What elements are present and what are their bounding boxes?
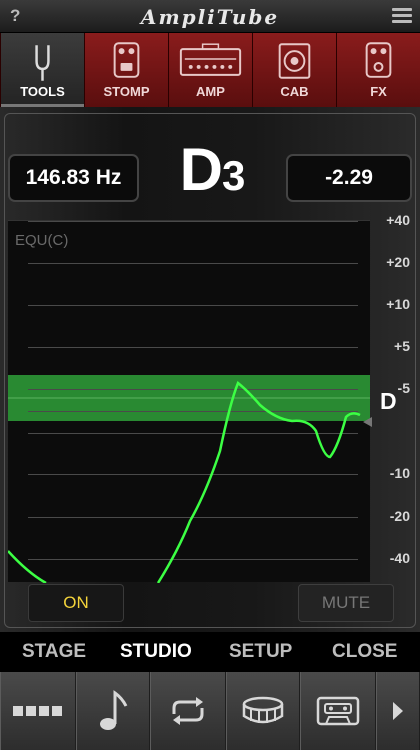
fx-pedal-icon [337, 41, 420, 81]
scale-label: +40 [386, 212, 410, 228]
scale-label: +10 [386, 296, 410, 312]
top-bar: ? AmpliTube [0, 0, 420, 33]
next-button[interactable] [376, 672, 420, 750]
music-note-icon [100, 690, 128, 730]
amp-head-icon [169, 41, 252, 81]
app-logo: AmpliTube [140, 5, 280, 29]
target-note-label: D [380, 388, 397, 414]
stompbox-icon [85, 41, 168, 81]
tab-stomp[interactable]: STOMP [84, 33, 168, 107]
note-name: D [179, 136, 223, 203]
cabinet-icon [253, 41, 336, 81]
tab-label: STOMP [103, 84, 150, 99]
temperament-label: EQU(C) [15, 232, 69, 249]
drum-icon [242, 696, 284, 724]
note-display: D3 [150, 135, 274, 204]
scale-label: +5 [394, 338, 410, 354]
cents-display: -2.29 [286, 154, 412, 202]
track-blocks-icon [13, 706, 62, 716]
nav-stage[interactable]: STAGE [22, 641, 86, 663]
tab-label: TOOLS [20, 84, 65, 99]
loop-button[interactable] [150, 672, 226, 750]
tab-label: FX [370, 84, 387, 99]
scale-label: -40 [389, 550, 410, 566]
song-button[interactable] [76, 672, 150, 750]
tuner-panel: 146.83 Hz D3 -2.29 EQU(C) +40 +20 +10 +5 -5-… [0, 107, 420, 632]
scale-label: -5 [397, 380, 410, 396]
menu-icon[interactable] [392, 8, 412, 24]
scale-label: +20 [386, 254, 410, 270]
tab-tools[interactable]: TOOLS [0, 33, 84, 107]
tracks-button[interactable] [0, 672, 76, 750]
scale-label: -10 [389, 465, 410, 481]
recorder-button[interactable] [300, 672, 376, 750]
graph-canvas [8, 221, 370, 583]
nav-setup[interactable]: SETUP [229, 641, 292, 663]
play-arrow-icon [393, 702, 403, 720]
drums-button[interactable] [226, 672, 300, 750]
tab-amp[interactable]: AMP [168, 33, 252, 107]
tab-fx[interactable]: FX [336, 33, 420, 107]
section-tabs: TOOLS STOMP AMP CAB FX [0, 33, 420, 107]
on-button[interactable]: ON [28, 584, 124, 622]
mute-button[interactable]: MUTE [298, 584, 394, 622]
pitch-pointer-icon [363, 417, 372, 427]
note-octave: 3 [221, 152, 245, 199]
loop-icon [172, 697, 204, 725]
bottom-toolbar [0, 672, 420, 750]
nav-studio[interactable]: STUDIO [120, 641, 192, 663]
tuning-fork-icon [1, 41, 84, 81]
bottom-nav: STAGE STUDIO SETUP CLOSE [0, 632, 420, 672]
nav-close[interactable]: CLOSE [332, 641, 397, 663]
cassette-icon [316, 696, 360, 726]
tuner-graph: EQU(C) [8, 220, 370, 583]
tab-cab[interactable]: CAB [252, 33, 336, 107]
tab-label: AMP [196, 84, 225, 99]
scale-label: -20 [389, 508, 410, 524]
tab-label: CAB [280, 84, 309, 99]
frequency-display: 146.83 Hz [8, 154, 139, 202]
